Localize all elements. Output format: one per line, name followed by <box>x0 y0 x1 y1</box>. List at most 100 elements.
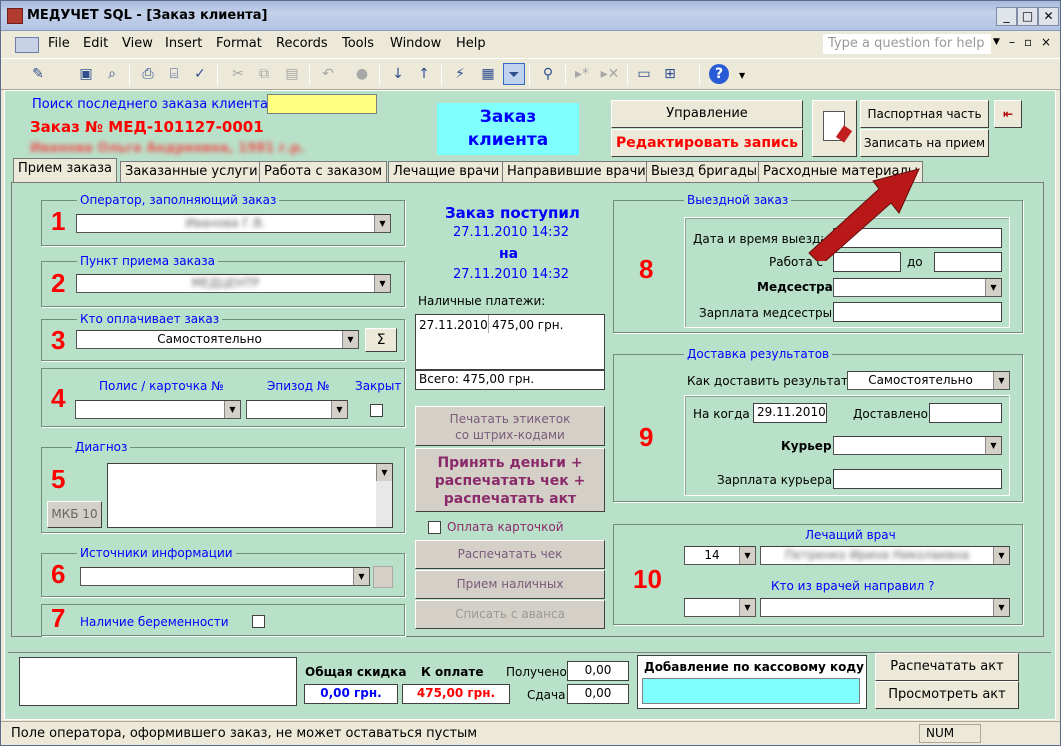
episode-combo[interactable]: ▼ <box>246 400 348 419</box>
sigma-button[interactable]: Σ <box>365 328 397 352</box>
chevron-down-icon[interactable]: ▼ <box>353 568 369 585</box>
mdi-minimize-icon[interactable]: – <box>1009 35 1015 49</box>
menu-edit[interactable]: Edit <box>83 36 108 51</box>
icd10-button[interactable]: МКБ 10 <box>47 501 102 528</box>
sort-descending-icon[interactable]: ↑ <box>413 63 435 85</box>
maximize-button[interactable]: □ <box>1017 7 1038 26</box>
menu-help[interactable]: Help <box>456 36 486 51</box>
payer-combo[interactable]: Самостоятельно ▼ <box>76 330 359 349</box>
accept-money-button[interactable]: Принять деньги + распечатать чек + распе… <box>415 448 605 512</box>
work-to-input[interactable] <box>934 252 1002 272</box>
menu-tools[interactable]: Tools <box>342 36 374 51</box>
referrer-number-combo[interactable]: ▼ <box>684 598 756 617</box>
chevron-down-icon[interactable]: ▼ <box>993 599 1009 616</box>
delivered-input[interactable] <box>929 403 1002 423</box>
filter-by-selection-icon[interactable]: ⚡ <box>449 63 471 85</box>
spelling-icon[interactable]: ✓ <box>189 63 211 85</box>
notes-box[interactable] <box>19 657 297 706</box>
view-act-button[interactable]: Просмотреть акт <box>875 681 1019 709</box>
info-sources-button[interactable] <box>373 566 393 588</box>
due-date-input[interactable]: 29.11.2010 <box>753 403 827 423</box>
courier-combo[interactable]: ▼ <box>833 436 1002 455</box>
help-icon[interactable]: ? <box>709 64 729 84</box>
menu-records[interactable]: Records <box>276 36 328 51</box>
new-object-icon[interactable]: ⊞ <box>659 63 681 85</box>
mdi-restore-icon[interactable]: ▫ <box>1024 35 1032 49</box>
cash-receipt-button[interactable]: Прием наличных <box>415 570 605 599</box>
database-window-icon[interactable]: ▭ <box>633 63 655 85</box>
menu-view[interactable]: View <box>122 36 153 51</box>
print-preview-icon[interactable]: ⌸ <box>163 63 185 85</box>
chevron-down-icon[interactable]: ▼ <box>739 547 755 564</box>
chevron-down-icon[interactable]: ▼ <box>993 547 1009 564</box>
toolbar-options-icon[interactable]: ▼ <box>739 71 745 80</box>
design-view-icon[interactable]: ✎ <box>27 63 49 85</box>
chevron-down-icon[interactable]: ▼ <box>374 215 390 232</box>
tab-order-intake[interactable]: Прием заказа <box>13 158 117 182</box>
chevron-down-icon[interactable]: ▼ <box>342 331 358 348</box>
menu-window[interactable]: Window <box>390 36 441 51</box>
tab-ordered-services[interactable]: Заказанные услуги <box>120 161 263 182</box>
print-act-button[interactable]: Распечатать акт <box>875 653 1019 681</box>
received-input[interactable]: 0,00 <box>567 661 629 681</box>
help-search-input[interactable]: Type a question for help <box>823 34 991 54</box>
title-bar[interactable]: МЕДУЧЕТ SQL - [Заказ клиента] _ □ ✕ <box>1 1 1060 31</box>
edit-record-button[interactable]: Редактировать запись <box>611 129 803 157</box>
mdi-close-icon[interactable]: × <box>1041 35 1051 49</box>
toggle-filter-icon[interactable]: ⏷ <box>503 63 525 85</box>
card-payment-checkbox[interactable] <box>428 521 441 534</box>
search-file-icon[interactable]: ⌕ <box>101 63 123 85</box>
cash-payments-list[interactable]: 27.11.2010 475,00 грн. <box>415 314 605 370</box>
paste-icon[interactable]: ▤ <box>281 63 303 85</box>
chevron-down-icon[interactable]: ▼ <box>739 599 755 616</box>
pregnancy-checkbox[interactable] <box>252 615 265 628</box>
cut-icon[interactable]: ✂ <box>227 63 249 85</box>
copy-icon[interactable]: ⧉ <box>253 63 275 85</box>
chevron-down-icon[interactable]: ▼ <box>985 279 1001 296</box>
manage-button[interactable]: Управление <box>611 100 803 128</box>
format-painter-icon[interactable]: ● <box>351 63 373 85</box>
menu-format[interactable]: Format <box>216 36 262 51</box>
close-button[interactable]: ✕ <box>1038 7 1059 26</box>
search-last-order-input[interactable] <box>267 94 377 114</box>
policy-combo[interactable]: ▼ <box>75 400 241 419</box>
cash-code-input[interactable] <box>642 678 860 704</box>
chevron-down-icon[interactable]: ▼ <box>376 464 392 481</box>
chevron-down-icon[interactable]: ▼ <box>374 275 390 292</box>
write-off-advance-button[interactable]: Списать с аванса <box>415 600 605 629</box>
print-barcode-labels-button[interactable]: Печатать этикеток со штрих-кодами <box>415 406 605 446</box>
operator-combo[interactable]: Иванова Г.В. ▼ <box>76 214 391 233</box>
delete-record-icon[interactable]: ▸✕ <box>599 63 621 85</box>
info-sources-combo[interactable]: ▼ <box>80 567 370 586</box>
menu-insert[interactable]: Insert <box>165 36 202 51</box>
courier-salary-input[interactable] <box>833 469 1002 489</box>
doctor-number-combo[interactable]: 14 ▼ <box>684 546 756 565</box>
form-icon[interactable] <box>15 37 39 53</box>
save-icon[interactable]: ▣ <box>75 63 97 85</box>
print-icon[interactable]: ⎙ <box>137 63 159 85</box>
tab-referring-doctors[interactable]: Направившие врачи <box>502 161 651 182</box>
undo-icon[interactable]: ↶ <box>317 63 339 85</box>
find-icon[interactable]: ⚲ <box>537 63 559 85</box>
tab-attending-doctors[interactable]: Лечащие врачи <box>388 161 505 182</box>
diagnosis-textarea[interactable]: ▼ <box>107 463 393 528</box>
chevron-down-icon[interactable]: ▼ <box>993 372 1009 389</box>
sort-ascending-icon[interactable]: ↓ <box>387 63 409 85</box>
delivery-method-combo[interactable]: Самостоятельно ▼ <box>847 371 1010 390</box>
chevron-down-icon[interactable]: ▼ <box>331 401 347 418</box>
print-check-button[interactable]: Распечатать чек <box>415 540 605 569</box>
help-dropdown-icon[interactable]: ▼ <box>993 37 1000 47</box>
app-icon[interactable] <box>7 8 23 24</box>
diagnosis-scrollbar[interactable] <box>376 481 392 527</box>
referrer-name-combo[interactable]: ▼ <box>760 598 1010 617</box>
menu-file[interactable]: File <box>48 36 70 51</box>
intake-point-combo[interactable]: МЕДЦЕНТР ▼ <box>76 274 391 293</box>
passport-part-button[interactable]: Паспортная часть <box>860 100 989 128</box>
tab-order-work[interactable]: Работа с заказом <box>259 161 388 182</box>
doctor-name-combo[interactable]: Петренко Ирина Николаевна ▼ <box>760 546 1010 565</box>
chevron-down-icon[interactable]: ▼ <box>985 437 1001 454</box>
nurse-salary-input[interactable] <box>833 302 1002 322</box>
tab-team-visit[interactable]: Выезд бригады <box>646 161 762 182</box>
exit-icon[interactable]: ⇤ <box>994 100 1022 128</box>
nurse-combo[interactable]: ▼ <box>833 278 1002 297</box>
